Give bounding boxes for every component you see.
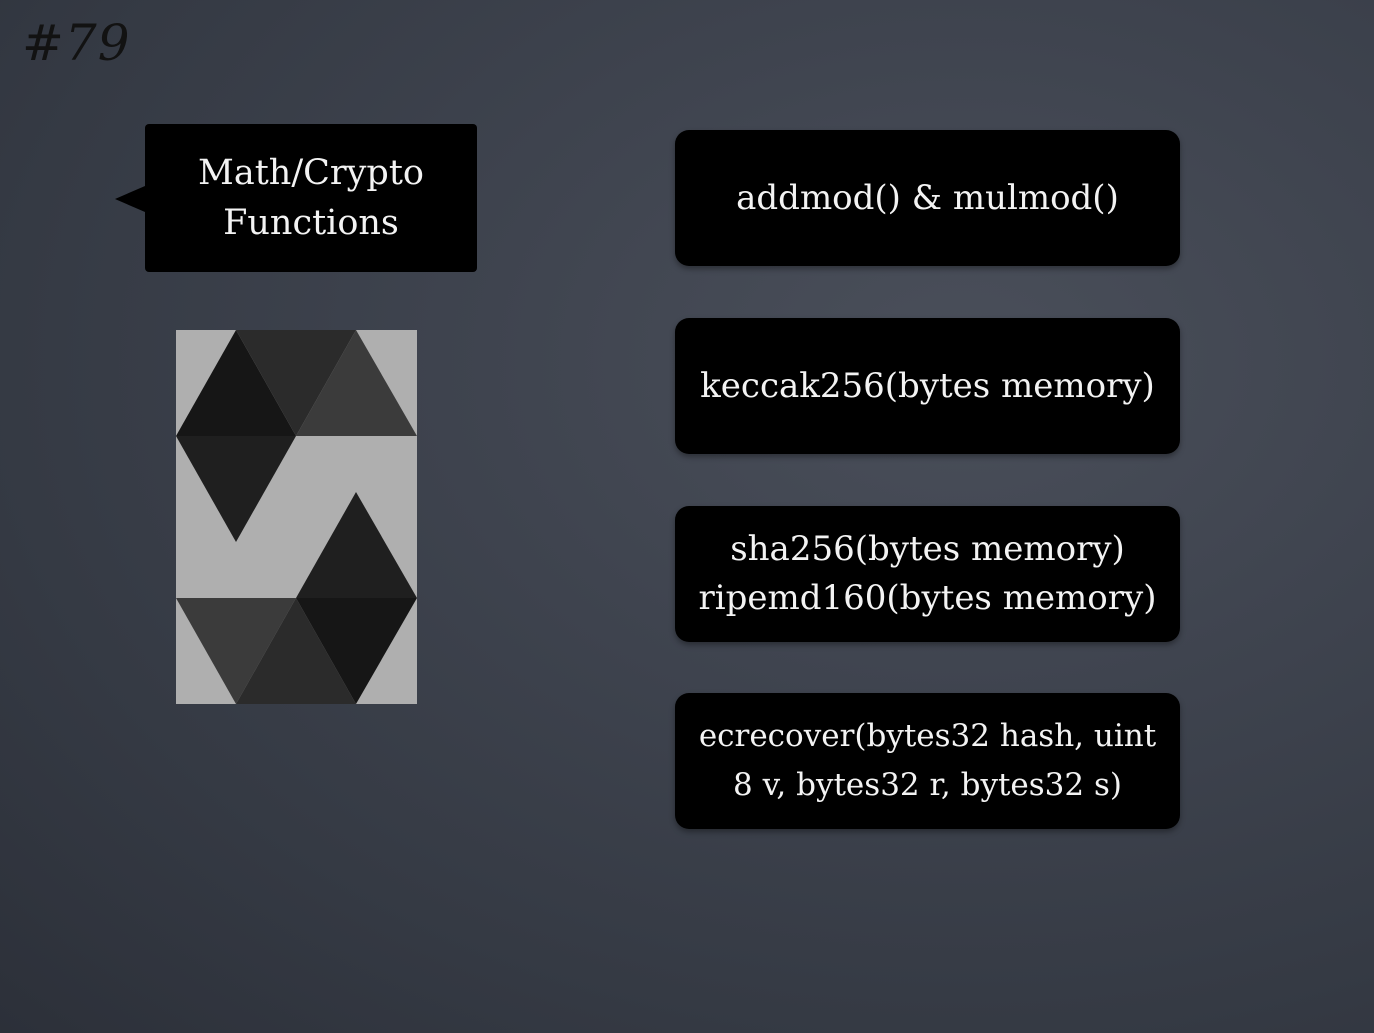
function-box-addmod-mulmod: addmod() & mulmod(): [675, 130, 1180, 266]
callout-title-line2: Functions: [223, 203, 399, 243]
function-box-sha256-ripemd160: sha256(bytes memory) ripemd160(bytes mem…: [675, 506, 1180, 642]
function-text-line2: 8 v, bytes32 r, bytes32 s): [733, 767, 1122, 803]
section-title-callout: Math/Crypto Functions: [115, 124, 477, 272]
function-text: addmod() & mulmod(): [736, 177, 1119, 218]
slide-number: #79: [22, 14, 131, 72]
function-text-line1: ecrecover(bytes32 hash, uint: [698, 718, 1157, 754]
slide-background: #79 Math/Crypto Functions addmod() & mul…: [0, 0, 1374, 1033]
callout-title-line1: Math/Crypto: [198, 153, 424, 193]
function-text: keccak256(bytes memory): [700, 365, 1155, 406]
function-box-ecrecover: ecrecover(bytes32 hash, uint 8 v, bytes3…: [675, 693, 1180, 829]
solidity-logo-icon: [176, 330, 417, 704]
function-box-keccak256: keccak256(bytes memory): [675, 318, 1180, 454]
function-text-line1: sha256(bytes memory): [730, 529, 1125, 569]
callout-pointer: [115, 186, 145, 212]
function-text-line2: ripemd160(bytes memory): [698, 578, 1157, 618]
